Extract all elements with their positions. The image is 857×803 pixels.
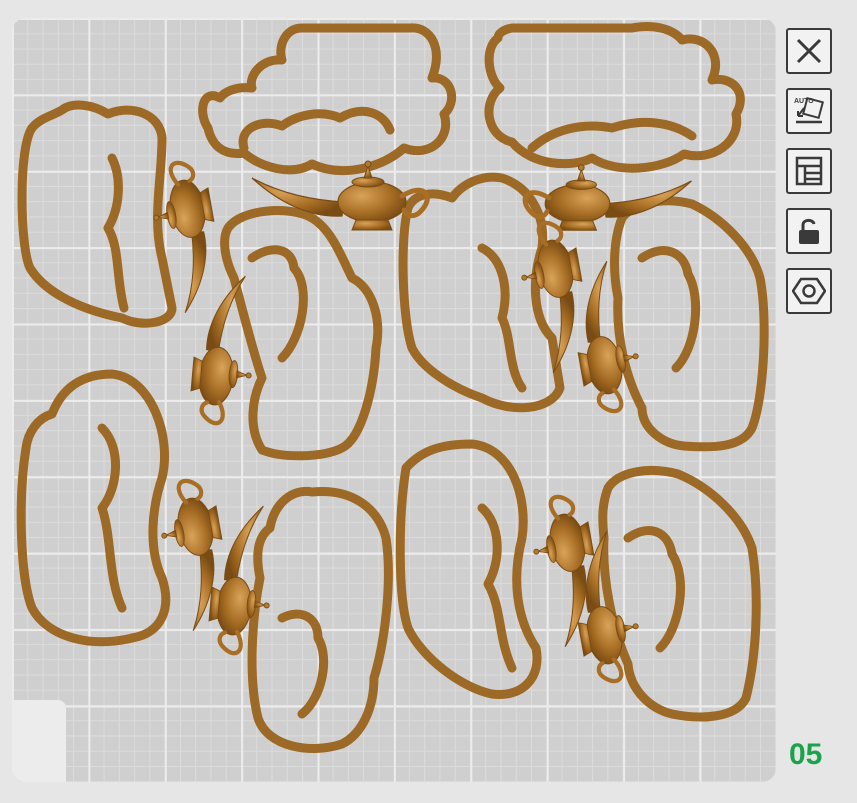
plate-number: 05 xyxy=(789,738,823,771)
plate-corner-tab xyxy=(12,700,66,782)
hex-nut-icon xyxy=(792,277,826,305)
arrange-layout-button[interactable] xyxy=(786,148,832,194)
auto-arrange-button[interactable]: AUTO xyxy=(786,88,832,134)
cloud-outlines xyxy=(16,22,769,753)
plate-models xyxy=(16,22,769,753)
lock-button[interactable] xyxy=(786,208,832,254)
lock-icon xyxy=(799,218,819,244)
plate-toolbar: AUTO xyxy=(786,28,832,314)
build-plate[interactable] xyxy=(12,18,776,782)
settings-button[interactable] xyxy=(786,268,832,314)
close-button[interactable] xyxy=(786,28,832,74)
auto-arrange-icon: AUTO xyxy=(794,96,825,124)
layout-icon xyxy=(795,156,823,186)
close-icon xyxy=(796,38,822,64)
